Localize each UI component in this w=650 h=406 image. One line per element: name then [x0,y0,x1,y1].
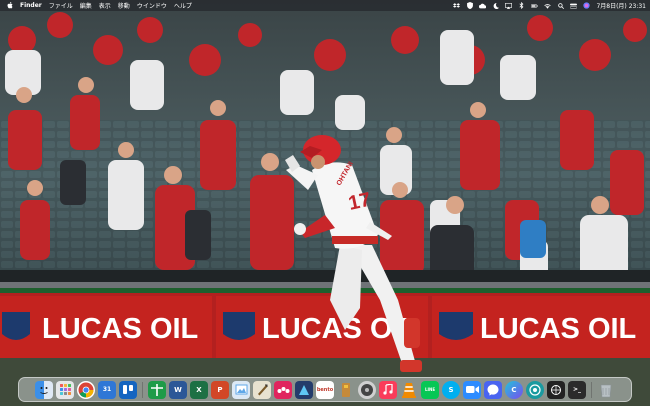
dock-affinity[interactable] [295,380,313,399]
zoom-icon [465,386,479,393]
dock-chatgpt[interactable] [547,380,565,399]
dock-music[interactable] [379,380,397,399]
clock-time: 23:31 [628,3,646,10]
bento-icon: bento [316,386,334,393]
preview-icon [235,384,247,395]
dock-word[interactable]: W [169,380,187,399]
messenger-icon [487,384,499,395]
dock-monday[interactable] [274,380,292,399]
dock-messenger[interactable] [484,380,502,399]
stickies-icon [342,382,350,397]
chrome-icon [78,382,94,397]
dock-zoom[interactable] [463,380,481,399]
dock-line[interactable]: LINE [421,380,439,399]
search-icon[interactable] [557,2,564,9]
control-center-icon[interactable] [570,2,578,9]
script-editor-icon [257,384,267,396]
dock-circle-app[interactable] [526,380,544,399]
word-icon: W [174,385,182,394]
dock-canva[interactable]: C [505,380,523,399]
line-icon: LINE [424,387,436,392]
status-area: 7月8日(月) 23:31 [453,0,646,11]
dock-bento[interactable]: bento [316,380,334,399]
menu-window[interactable]: ウインドウ [137,1,167,10]
dock-excel[interactable]: X [190,380,208,399]
apple-menu-icon[interactable] [6,2,14,10]
dock-numbers[interactable] [148,380,166,399]
moon-icon[interactable] [492,2,499,9]
trello-icon [123,384,133,394]
numbers-icon [151,383,163,396]
launchpad-icon [59,384,71,395]
airplay-icon[interactable] [505,2,513,9]
affinity-icon [299,384,309,395]
dock-vlc[interactable] [400,381,418,399]
menu-edit[interactable]: 編集 [80,1,92,10]
finder-icon [40,386,48,394]
dock-music-utility[interactable] [358,380,376,399]
menu-go[interactable]: 移動 [118,1,130,10]
music-icon [383,384,393,395]
chatgpt-icon [551,384,561,395]
siri-icon[interactable] [583,2,591,9]
menu-app-name[interactable]: Finder [20,2,42,9]
dock-stickies[interactable] [337,381,355,399]
circle-app-icon [529,383,541,396]
dock-skype[interactable]: S [442,380,460,399]
banner-text-3: LUCAS OIL [480,313,636,345]
menu-file[interactable]: ファイル [49,1,73,10]
dock-separator [591,381,592,398]
vlc-icon [402,382,416,398]
dock-chrome[interactable] [77,380,95,399]
menu-bar: Finder ファイル 編集 表示 移動 ウインドウ ヘルプ 7月8日(月) 2… [0,0,650,11]
dock-script-editor[interactable] [253,380,271,399]
jersey-number: 17 [346,189,372,215]
dock: 31 W X P bento LINE S C >_ [18,377,632,402]
dropbox-icon[interactable] [453,2,461,9]
cloud-icon[interactable] [479,2,487,9]
canva-icon: C [511,385,517,394]
trash-icon [600,384,612,397]
dock-powerpoint[interactable]: P [211,380,229,399]
dock-terminal[interactable]: >_ [568,380,586,399]
menu-view[interactable]: 表示 [99,1,111,10]
terminal-icon: >_ [572,386,582,393]
calendar-icon: 31 [102,386,112,393]
skype-icon: S [448,385,454,394]
menu-clock[interactable]: 7月8日(月) 23:31 [596,1,646,10]
dock-trash[interactable] [597,381,615,399]
music-utility-icon [361,383,373,396]
dock-calendar[interactable]: 31 [98,380,116,399]
shield-icon[interactable] [466,2,473,9]
dock-finder[interactable] [35,380,53,399]
dock-trello[interactable] [119,380,137,399]
powerpoint-icon: P [217,385,223,394]
menu-help[interactable]: ヘルプ [174,1,192,10]
battery-icon[interactable] [531,2,539,9]
dock-launchpad[interactable] [56,380,74,399]
dock-preview[interactable] [232,380,250,399]
excel-icon: X [196,385,202,394]
bluetooth-icon[interactable] [518,2,525,9]
clock-date: 7月8日(月) [596,3,627,10]
wifi-icon[interactable] [544,2,552,9]
monday-icon [277,387,289,393]
dock-separator [142,381,143,398]
desktop-wallpaper: LUCAS OIL LUCAS OIL LUCAS OIL OHTANI 17 [0,0,650,406]
banner-text-1: LUCAS OIL [42,313,198,345]
